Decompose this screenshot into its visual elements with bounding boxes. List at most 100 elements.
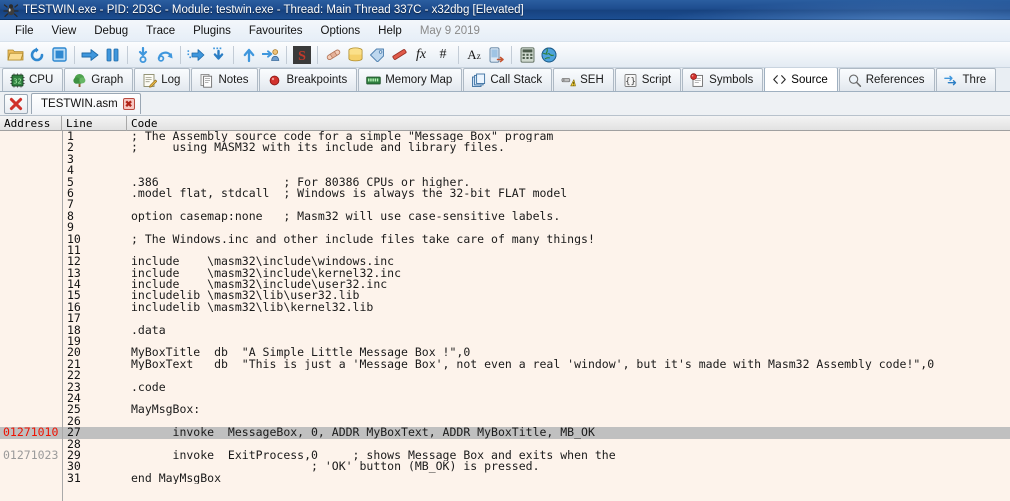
source-row-code: include \masm32\include\user32.inc <box>131 279 388 291</box>
step-over-icon[interactable] <box>154 44 176 66</box>
source-row-line-number: 23 <box>62 381 127 393</box>
scylla-icon[interactable]: S <box>291 44 313 66</box>
log-window-icon[interactable] <box>344 44 366 66</box>
source-code-view[interactable]: 1 ; The Assembly source code for a simple… <box>0 131 1010 501</box>
source-row[interactable]: 22 <box>0 370 1010 382</box>
source-row[interactable]: 26 <box>0 415 1010 428</box>
tab-call-stack[interactable]: Call Stack <box>463 68 553 91</box>
font-icon[interactable]: Az <box>463 44 485 66</box>
source-row-code: option casemap:none ; Masm32 will use ca… <box>131 210 561 223</box>
run-icon[interactable] <box>79 44 101 66</box>
menu-item-trace[interactable]: Trace <box>137 23 184 39</box>
source-row-code: invoke MessageBox, 0, ADDR MyBoxText, AD… <box>131 427 595 439</box>
source-row[interactable]: 11 <box>0 244 1010 257</box>
source-row[interactable]: 20 MyBoxTitle db "A Simple Little Message… <box>0 347 1010 359</box>
source-row-code: includelib \masm32\lib\user32.lib <box>131 290 360 302</box>
breakpoint-dot-icon <box>270 75 280 85</box>
source-row[interactable]: 9 <box>0 222 1010 234</box>
source-row[interactable]: 4 <box>0 165 1010 177</box>
tab-symbols[interactable]: Symbols <box>682 68 764 91</box>
source-row[interactable]: 13 include \masm32\include\kernel32.inc <box>0 267 1010 280</box>
functions-icon[interactable]: fx <box>410 44 432 66</box>
source-row[interactable]: 1 ; The Assembly source code for a simple… <box>0 131 1010 143</box>
comments-icon[interactable] <box>388 44 410 66</box>
calculator-icon[interactable] <box>516 44 538 66</box>
source-row[interactable]: 01271010 27 invoke MessageBox, 0, ADDR My… <box>0 427 1010 439</box>
red-x-icon <box>9 97 23 110</box>
tab-script[interactable]: {} Script <box>614 68 682 91</box>
menu-item-favourites[interactable]: Favourites <box>240 23 312 39</box>
column-header-address[interactable]: Address <box>0 115 62 131</box>
symbols-icon <box>690 72 704 87</box>
source-row[interactable]: 15 includelib \masm32\lib\user32.lib <box>0 290 1010 302</box>
column-header-line[interactable]: Line <box>62 115 127 131</box>
patches-icon[interactable] <box>322 44 344 66</box>
step-out-icon[interactable] <box>207 44 229 66</box>
tab-cpu[interactable]: 32 CPU <box>2 68 64 91</box>
source-row[interactable]: 6 .model flat, stdcall ; Windows is alway… <box>0 187 1010 200</box>
tab-notes[interactable]: Notes <box>191 68 259 91</box>
menu-item-plugins[interactable]: Plugins <box>184 23 240 39</box>
pause-icon[interactable] <box>101 44 123 66</box>
source-row[interactable]: 10 ; The Windows.inc and other include fi… <box>0 233 1010 245</box>
tab-seh[interactable]: SEH <box>553 68 614 91</box>
source-row[interactable]: 3 <box>0 153 1010 166</box>
tab-log[interactable]: Log <box>134 68 191 91</box>
source-row[interactable]: 01271023 29 invoke ExitProcess,0 ; shows … <box>0 449 1010 462</box>
close-all-tabs-button[interactable] <box>4 93 28 114</box>
menu-item-help[interactable]: Help <box>369 23 411 39</box>
title-bar-glow <box>650 0 1010 20</box>
tab-graph[interactable]: Graph <box>64 68 134 91</box>
labels-icon[interactable] <box>366 44 388 66</box>
source-row[interactable]: 21 MyBoxText db "This is just a 'Message … <box>0 358 1010 371</box>
svg-text:32: 32 <box>13 77 21 85</box>
source-row[interactable]: 8 option casemap:none ; Masm32 will use c… <box>0 210 1010 223</box>
source-row[interactable]: 7 <box>0 199 1010 211</box>
source-row[interactable]: 2 ; using MASM32 with its include and lib… <box>0 142 1010 154</box>
tab-references[interactable]: References <box>838 68 935 91</box>
toolbar-separator <box>458 45 459 64</box>
svg-text:S: S <box>298 49 306 64</box>
menu-item-debug[interactable]: Debug <box>85 23 137 39</box>
source-row[interactable]: 5 .386 ; For 80386 CPUs or higher. <box>0 176 1010 188</box>
tab-label: Memory Map <box>385 74 453 86</box>
source-row[interactable]: 30 ; 'OK' button (MB_OK) is pressed. <box>0 461 1010 473</box>
tab-source[interactable]: Source <box>764 68 838 91</box>
menu-item-view[interactable]: View <box>43 23 86 39</box>
source-row[interactable]: 16 includelib \masm32\lib\kernel32.lib <box>0 301 1010 314</box>
source-row[interactable]: 14 include \masm32\include\user32.inc <box>0 279 1010 291</box>
tab-breakpoints[interactable]: Breakpoints <box>259 68 358 91</box>
main-toolbar: S fx # Az <box>0 42 1010 68</box>
menu-item-options[interactable]: Options <box>312 23 370 39</box>
stop-icon[interactable] <box>48 44 70 66</box>
close-icon[interactable]: ✖ <box>122 98 135 110</box>
source-row[interactable]: 25 MayMsgBox: <box>0 404 1010 416</box>
open-file-icon[interactable] <box>4 44 26 66</box>
column-header-code[interactable]: Code <box>127 116 1010 131</box>
source-row[interactable]: 31 end MayMsgBox <box>0 472 1010 485</box>
source-row[interactable]: 19 <box>0 336 1010 348</box>
run-to-user-code-icon[interactable] <box>260 44 282 66</box>
step-into-icon[interactable] <box>132 44 154 66</box>
source-row-code: .386 ; For 80386 CPUs or higher. <box>131 176 471 188</box>
source-row[interactable]: 12 include \masm32\include\windows.inc <box>0 256 1010 268</box>
source-row[interactable]: 23 .code <box>0 381 1010 393</box>
source-row-line-number: 16 <box>62 301 127 314</box>
menu-item-file[interactable]: File <box>6 23 43 39</box>
tab-threads[interactable]: Thre <box>935 68 997 91</box>
file-tab-testwin-asm[interactable]: TESTWIN.asm ✖ <box>31 93 141 114</box>
handles-icon[interactable] <box>485 44 507 66</box>
source-row-code: .model flat, stdcall ; Windows is always… <box>131 187 568 200</box>
source-row-line-number: 9 <box>62 222 127 234</box>
tab-memory-map[interactable]: Memory Map <box>358 68 463 91</box>
run-to-selection-icon[interactable] <box>185 44 207 66</box>
source-row[interactable]: 18 .data <box>0 324 1010 337</box>
restart-icon[interactable] <box>26 44 48 66</box>
execute-till-return-icon[interactable] <box>238 44 260 66</box>
source-row[interactable]: 17 <box>0 313 1010 325</box>
globe-icon[interactable] <box>538 44 560 66</box>
hash-icon[interactable]: # <box>432 44 454 66</box>
source-row[interactable]: 28 <box>0 438 1010 450</box>
source-row-line-number: 24 <box>62 392 127 405</box>
source-row[interactable]: 24 <box>0 392 1010 405</box>
